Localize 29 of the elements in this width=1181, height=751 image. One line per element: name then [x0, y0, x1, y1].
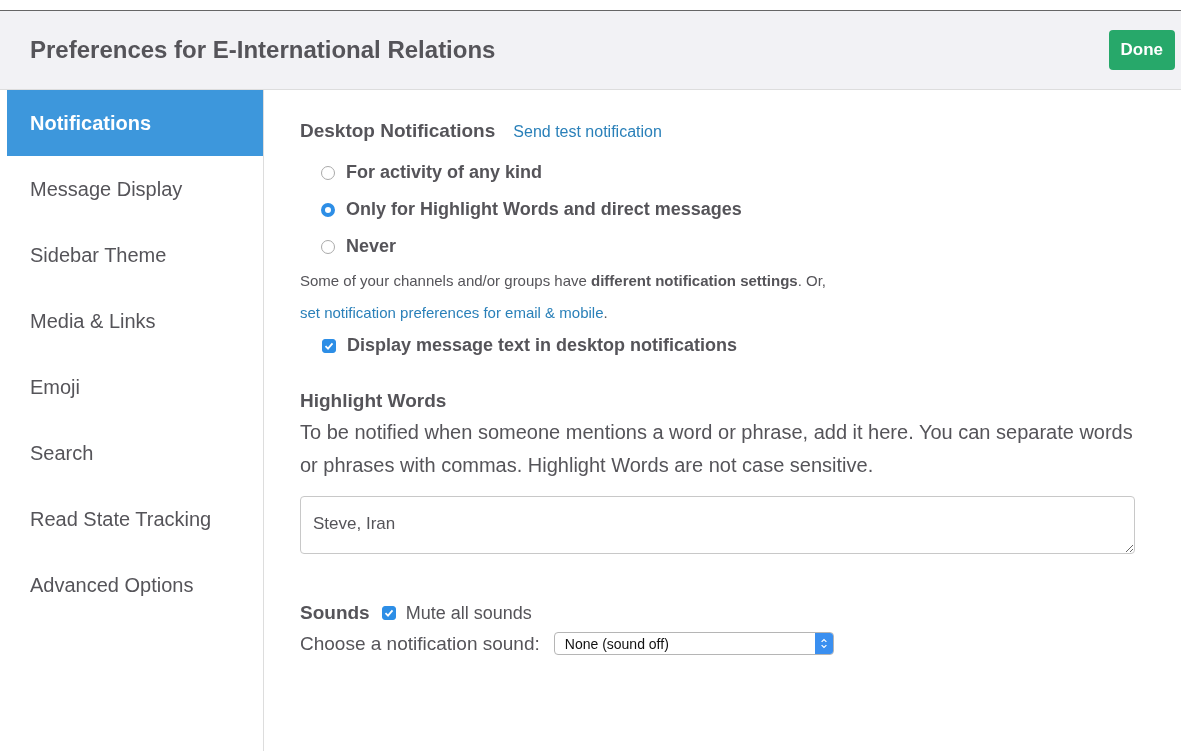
sound-dropdown[interactable]: None (sound off): [553, 632, 834, 655]
window-title: Preferences for E-International Relations: [30, 36, 496, 64]
sound-label: Choose a notification sound:: [300, 632, 540, 655]
radio-button[interactable]: [321, 239, 335, 254]
sidebar-item[interactable]: Read State Tracking: [7, 486, 263, 552]
checkbox[interactable]: [381, 606, 396, 620]
highlight-words-field[interactable]: Steve, Iran: [300, 496, 1135, 554]
checkbox-label: Display message text in desktop notifications: [347, 335, 738, 356]
section-heading: Highlight Words: [300, 390, 448, 412]
sidebar-item[interactable]: Emoji: [7, 354, 263, 420]
sidebar-item[interactable]: Media & Links: [7, 288, 263, 354]
section-heading: Desktop Notifications: [300, 120, 496, 142]
radio-button[interactable]: [321, 202, 335, 217]
sidebar-item[interactable]: Search: [7, 420, 263, 486]
section-heading: Sounds: [300, 602, 370, 624]
chevrons-icon: [819, 637, 828, 650]
checkbox[interactable]: [322, 338, 336, 353]
sidebar-item[interactable]: Sidebar Theme: [7, 222, 263, 288]
description-text: To be notified when someone mentions a word or phrase, add it here. You can separate words or phrases with commas. Highlight Words are not case sensitive.: [300, 420, 1134, 478]
option-label: Only for Highlight Words and direct messages: [346, 199, 742, 220]
note-text: Some of your channels and/or groups have different notification settings. Or, set notification preferences for email & mobile.: [300, 271, 828, 323]
test-notification-link[interactable]: Send test notification: [513, 123, 662, 141]
sidebar-item[interactable]: Advanced Options: [7, 552, 263, 618]
email-preferences-link[interactable]: set notification preferences for email & mobile: [300, 304, 604, 321]
checkbox-label: Mute all sounds: [405, 602, 532, 624]
option-label: Never: [346, 236, 397, 257]
sidebar-item[interactable]: Message Display: [7, 156, 263, 222]
option-label: For activity of any kind: [346, 162, 543, 183]
radio-button[interactable]: [321, 165, 335, 180]
